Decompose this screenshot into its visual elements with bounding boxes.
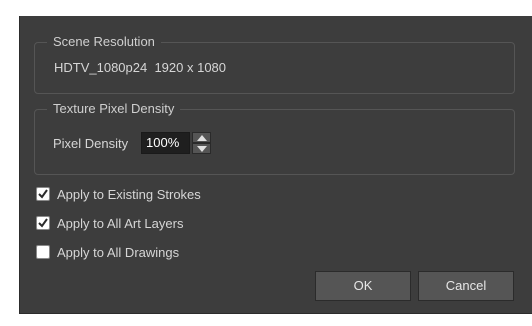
pixel-density-label: Pixel Density <box>53 136 129 151</box>
texture-pixel-density-title: Texture Pixel Density <box>47 101 181 117</box>
triangle-down-icon <box>197 146 207 152</box>
scene-resolution-group: Scene Resolution HDTV_1080p24 1920 x 108… <box>34 34 515 94</box>
texture-pixel-density-group: Texture Pixel Density Pixel Density 100% <box>34 101 515 175</box>
triangle-up-icon <box>197 135 207 141</box>
apply-existing-strokes-checkbox[interactable] <box>36 187 50 201</box>
pixel-density-input[interactable]: 100% <box>141 132 190 154</box>
checkmark-icon <box>38 189 48 199</box>
spin-down-button[interactable] <box>192 143 211 154</box>
apply-all-drawings-label: Apply to All Drawings <box>57 245 180 260</box>
pixel-density-spinbox[interactable]: 100% <box>141 132 211 154</box>
pixel-density-dialog: Scene Resolution HDTV_1080p24 1920 x 108… <box>19 16 532 314</box>
checkmark-icon <box>38 218 48 228</box>
cancel-button[interactable]: Cancel <box>418 271 514 301</box>
apply-all-art-layers-label: Apply to All Art Layers <box>57 216 184 231</box>
apply-all-drawings-checkbox[interactable] <box>36 245 50 259</box>
spin-up-button[interactable] <box>192 132 211 143</box>
apply-all-art-layers-checkbox[interactable] <box>36 216 50 230</box>
scene-resolution-title: Scene Resolution <box>47 34 161 50</box>
apply-existing-strokes-label: Apply to Existing Strokes <box>57 187 201 202</box>
ok-button[interactable]: OK <box>315 271 411 301</box>
scene-resolution-value: HDTV_1080p24 1920 x 1080 <box>54 60 227 75</box>
screenshot-frame: Scene Resolution HDTV_1080p24 1920 x 108… <box>0 0 532 326</box>
